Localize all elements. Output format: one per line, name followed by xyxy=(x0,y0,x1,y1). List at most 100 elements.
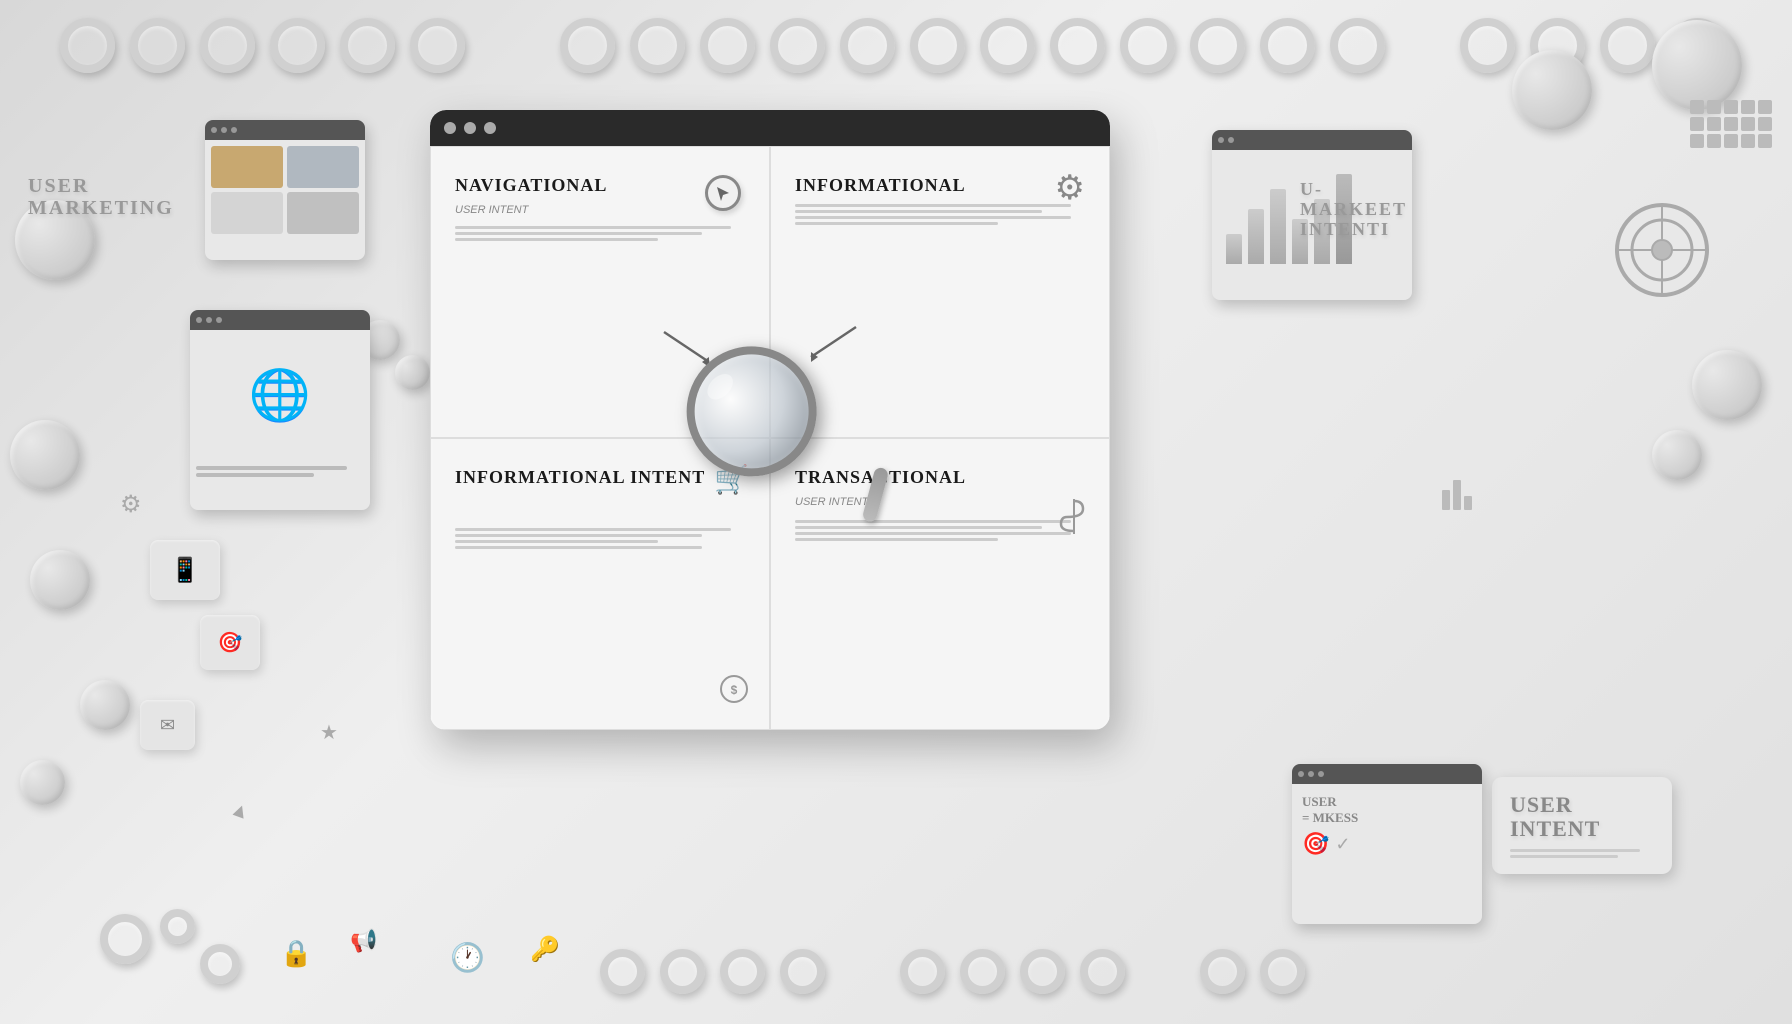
wheel-icon-container xyxy=(1612,200,1712,300)
browser-window-globe: 🌐 xyxy=(190,310,370,510)
icon-card-pie: 🎯 xyxy=(200,615,260,670)
ring-element xyxy=(1080,949,1125,994)
text-line xyxy=(455,238,658,241)
browser-bar xyxy=(1292,764,1482,784)
cylinder-element xyxy=(20,760,65,805)
shield-icon: 🔑 xyxy=(530,935,560,964)
chart-bar xyxy=(1248,209,1264,264)
browser-content: USER= MKESS 🎯 ✓ xyxy=(1292,784,1482,867)
cylinder-element xyxy=(10,420,80,490)
nav-icon-container xyxy=(705,175,741,211)
ring-element xyxy=(1260,18,1315,73)
intent-lines xyxy=(1510,849,1654,858)
user-marketing-label: USERMARKETING xyxy=(28,175,174,219)
svg-text:$: $ xyxy=(731,683,738,697)
cylinder-element xyxy=(30,550,90,610)
gear-icon: ⚙ xyxy=(1055,169,1085,207)
chart-bar xyxy=(1226,234,1242,264)
nav-circle-icon xyxy=(705,175,741,211)
ring-element xyxy=(910,18,965,73)
grid-img xyxy=(287,146,359,188)
grid-img xyxy=(287,192,359,234)
text-line xyxy=(795,210,1042,213)
user-intent-label: USER INTENT xyxy=(1510,793,1654,841)
screenshot-grid xyxy=(205,140,365,240)
informational-title: INFORMATIONAL xyxy=(795,175,1085,196)
small-bars-icon xyxy=(1442,480,1472,510)
browser-bar xyxy=(205,120,365,140)
market-intent-label: U-MARKEETINTENTI xyxy=(1300,180,1407,239)
ring-element xyxy=(270,18,325,73)
ring-element xyxy=(1020,949,1065,994)
lock-icon: 🔒 xyxy=(280,938,312,969)
text-line xyxy=(795,538,998,541)
browser-bar xyxy=(190,310,370,330)
wheel-svg xyxy=(1612,200,1712,300)
browser-dot xyxy=(196,317,202,323)
ring-element xyxy=(1330,18,1385,73)
cylinder-right-top xyxy=(1652,20,1742,110)
browser-window-screenshot xyxy=(205,120,365,260)
glass-highlight xyxy=(702,369,737,404)
browser-dot xyxy=(1228,137,1234,143)
ring-element xyxy=(340,18,395,73)
ring-element xyxy=(1600,18,1655,73)
text-line xyxy=(795,204,1071,207)
ring-element xyxy=(1260,949,1305,994)
ring-element xyxy=(130,18,185,73)
grid-img xyxy=(211,192,283,234)
text-line xyxy=(795,222,998,225)
browser-dot xyxy=(211,127,217,133)
browser-body xyxy=(190,460,370,483)
ring-element xyxy=(600,949,645,994)
navigational-subtitle: USER INTENT xyxy=(455,204,745,216)
ring-element xyxy=(200,944,240,984)
ring-element xyxy=(900,949,945,994)
megaphone-icon: 📢 xyxy=(350,928,377,954)
browser-text-label: USER= MKESS xyxy=(1302,794,1472,825)
user-intent-card: USER INTENT xyxy=(1492,777,1672,874)
text-line xyxy=(455,534,702,537)
text-line xyxy=(455,232,702,235)
target-icon: 🎯 xyxy=(1302,831,1329,857)
chart-bar xyxy=(1270,189,1286,264)
gear-icon-container: ⚙ xyxy=(1055,171,1085,205)
text-line xyxy=(795,526,1042,529)
star-icon: ★ xyxy=(320,720,338,745)
clock-icon: 🕐 xyxy=(450,941,485,974)
text-line xyxy=(795,520,1071,523)
browser-window-right-bottom: USER= MKESS 🎯 ✓ xyxy=(1292,764,1482,924)
browser-dot xyxy=(231,127,237,133)
ring-element xyxy=(100,914,150,964)
browser-dot xyxy=(1318,771,1324,777)
ring-element xyxy=(780,949,825,994)
card-content: NAVIGATIONAL USER INTENT xyxy=(430,146,1110,730)
ring-element xyxy=(1200,949,1245,994)
titlebar-dot-2 xyxy=(464,122,476,134)
dollar-svg xyxy=(1059,499,1089,534)
triangle-icon: ▲ xyxy=(227,797,253,825)
browser-dot xyxy=(1218,137,1224,143)
ring-element xyxy=(1050,18,1105,73)
coin-icon-container: $ xyxy=(719,674,749,709)
cylinder-top-right-large xyxy=(1512,50,1592,130)
cursor-svg xyxy=(713,183,733,203)
navigational-title: NAVIGATIONAL xyxy=(455,175,745,196)
scene: USERMARKETING 🌐 📱 🎯 ✉ xyxy=(0,0,1792,1024)
ring-element xyxy=(700,18,755,73)
browser-dot xyxy=(216,317,222,323)
ring-element xyxy=(1120,18,1175,73)
text-line xyxy=(455,546,702,549)
browser-dot xyxy=(221,127,227,133)
text-line xyxy=(196,466,347,470)
ring-element xyxy=(410,18,465,73)
text-line xyxy=(196,473,314,477)
text-line xyxy=(795,532,1071,535)
cylinder-right-mid xyxy=(1692,350,1762,420)
text-line xyxy=(455,226,731,229)
grid-element xyxy=(1690,100,1772,148)
transactional-subtitle: USER INTENT xyxy=(795,496,1085,508)
check-icon: ✓ xyxy=(1335,834,1350,855)
browser-icon-row: 🎯 ✓ xyxy=(1302,831,1472,857)
cylinder-element xyxy=(395,355,430,390)
